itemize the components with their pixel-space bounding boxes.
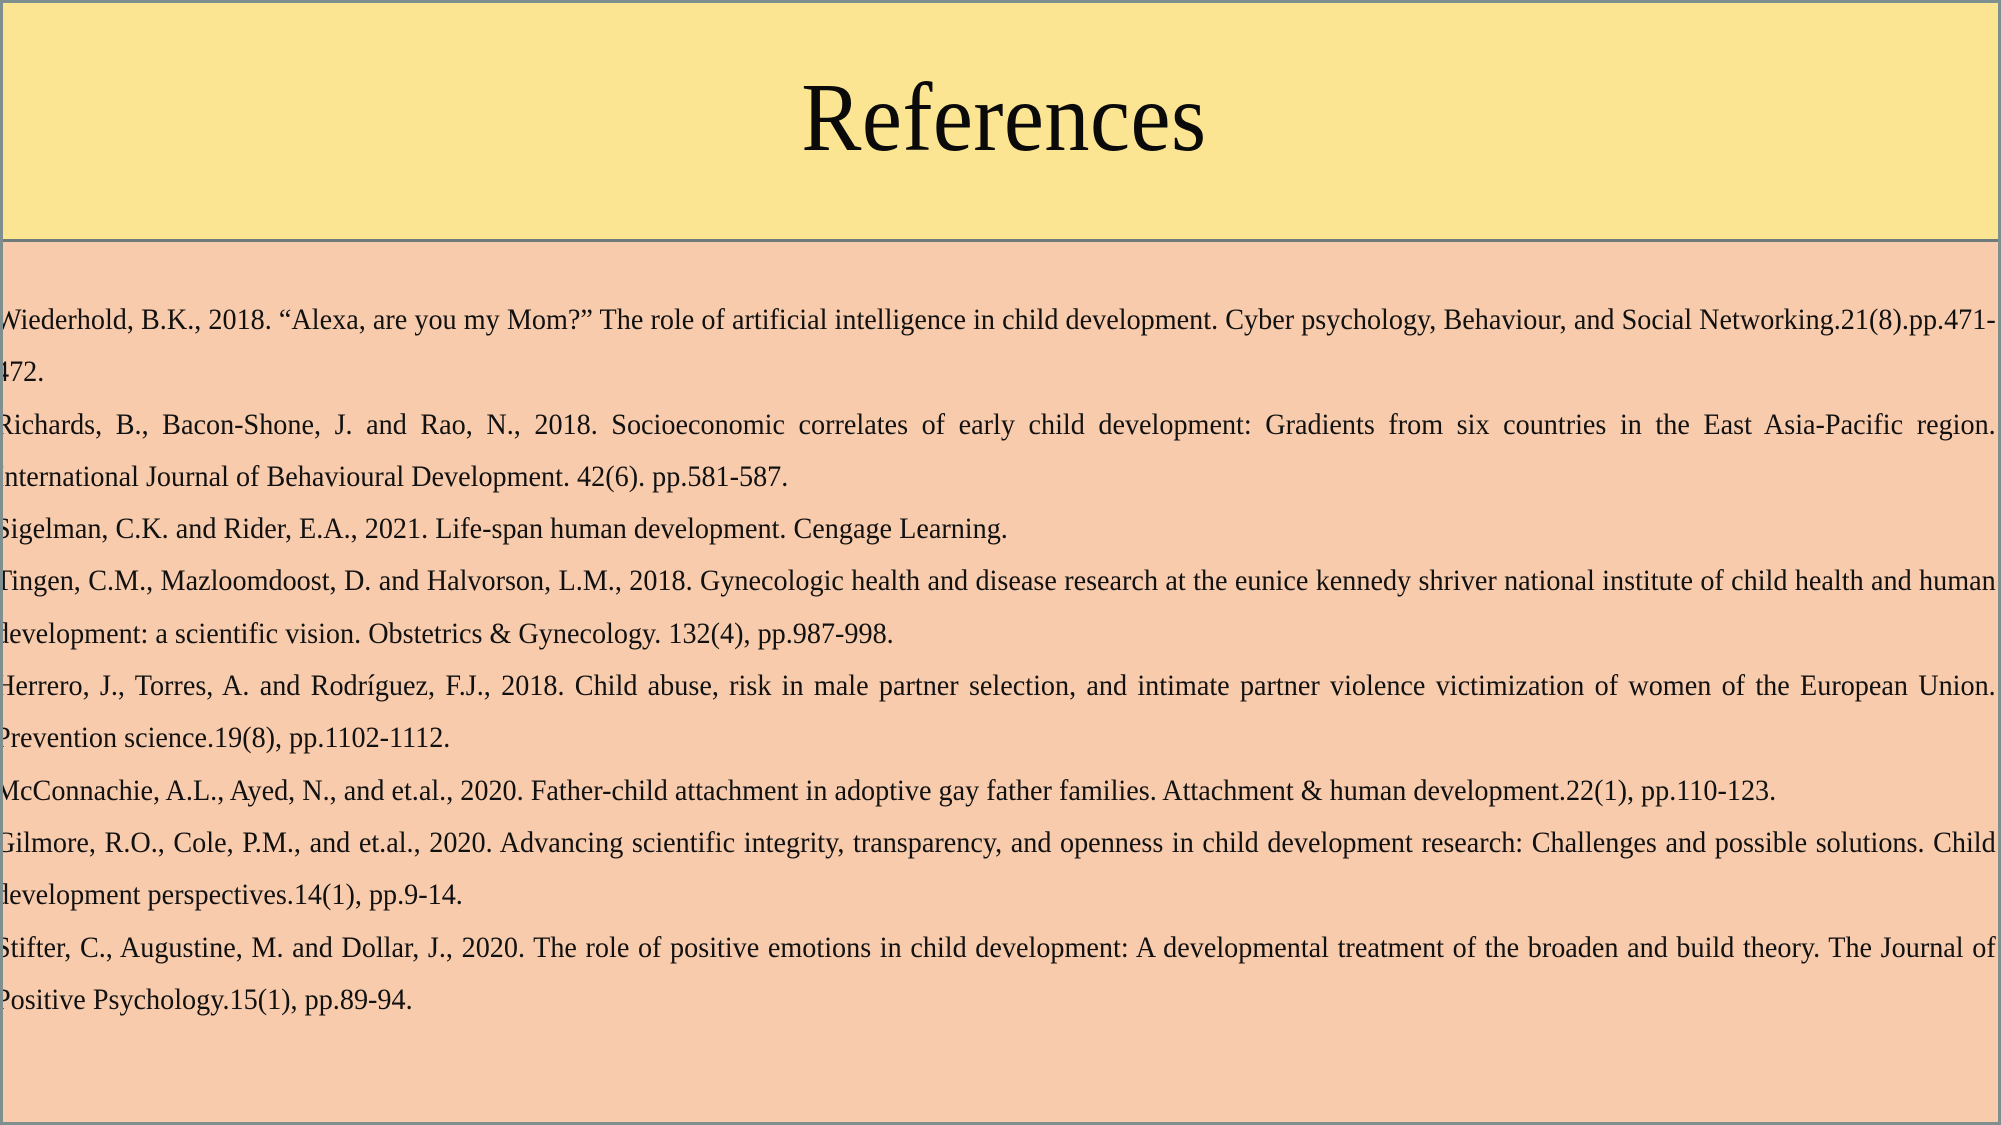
reference-entry: McConnachie, A.L., Ayed, N., and et.al.,… <box>0 774 1777 807</box>
page-title: References <box>800 63 1207 171</box>
reference-entry: Richards, B., Bacon-Shone, J. and Rao, N… <box>0 408 1996 493</box>
slide-body: Wiederhold, B.K., 2018. “Alexa, are you … <box>0 242 1998 1122</box>
reference-entry: Gilmore, R.O., Cole, P.M., and et.al., 2… <box>0 826 1996 912</box>
presentation-slide: References Wiederhold, B.K., 2018. “Alex… <box>0 0 2001 1125</box>
reference-entry: Wiederhold, B.K., 2018. “Alexa, are you … <box>0 304 1996 389</box>
slide-title-band: References <box>3 3 1998 242</box>
reference-entry: Stifter, C., Augustine, M. and Dollar, J… <box>0 931 1996 1016</box>
reference-entry: Tingen, C.M., Mazloomdoost, D. and Halvo… <box>0 565 1996 650</box>
reference-entry: Sigelman, C.K. and Rider, E.A., 2021. Li… <box>0 513 1008 546</box>
reference-entry: Herrero, J., Torres, A. and Rodríguez, F… <box>0 670 1996 755</box>
reference-list: Wiederhold, B.K., 2018. “Alexa, are you … <box>0 294 1998 1026</box>
